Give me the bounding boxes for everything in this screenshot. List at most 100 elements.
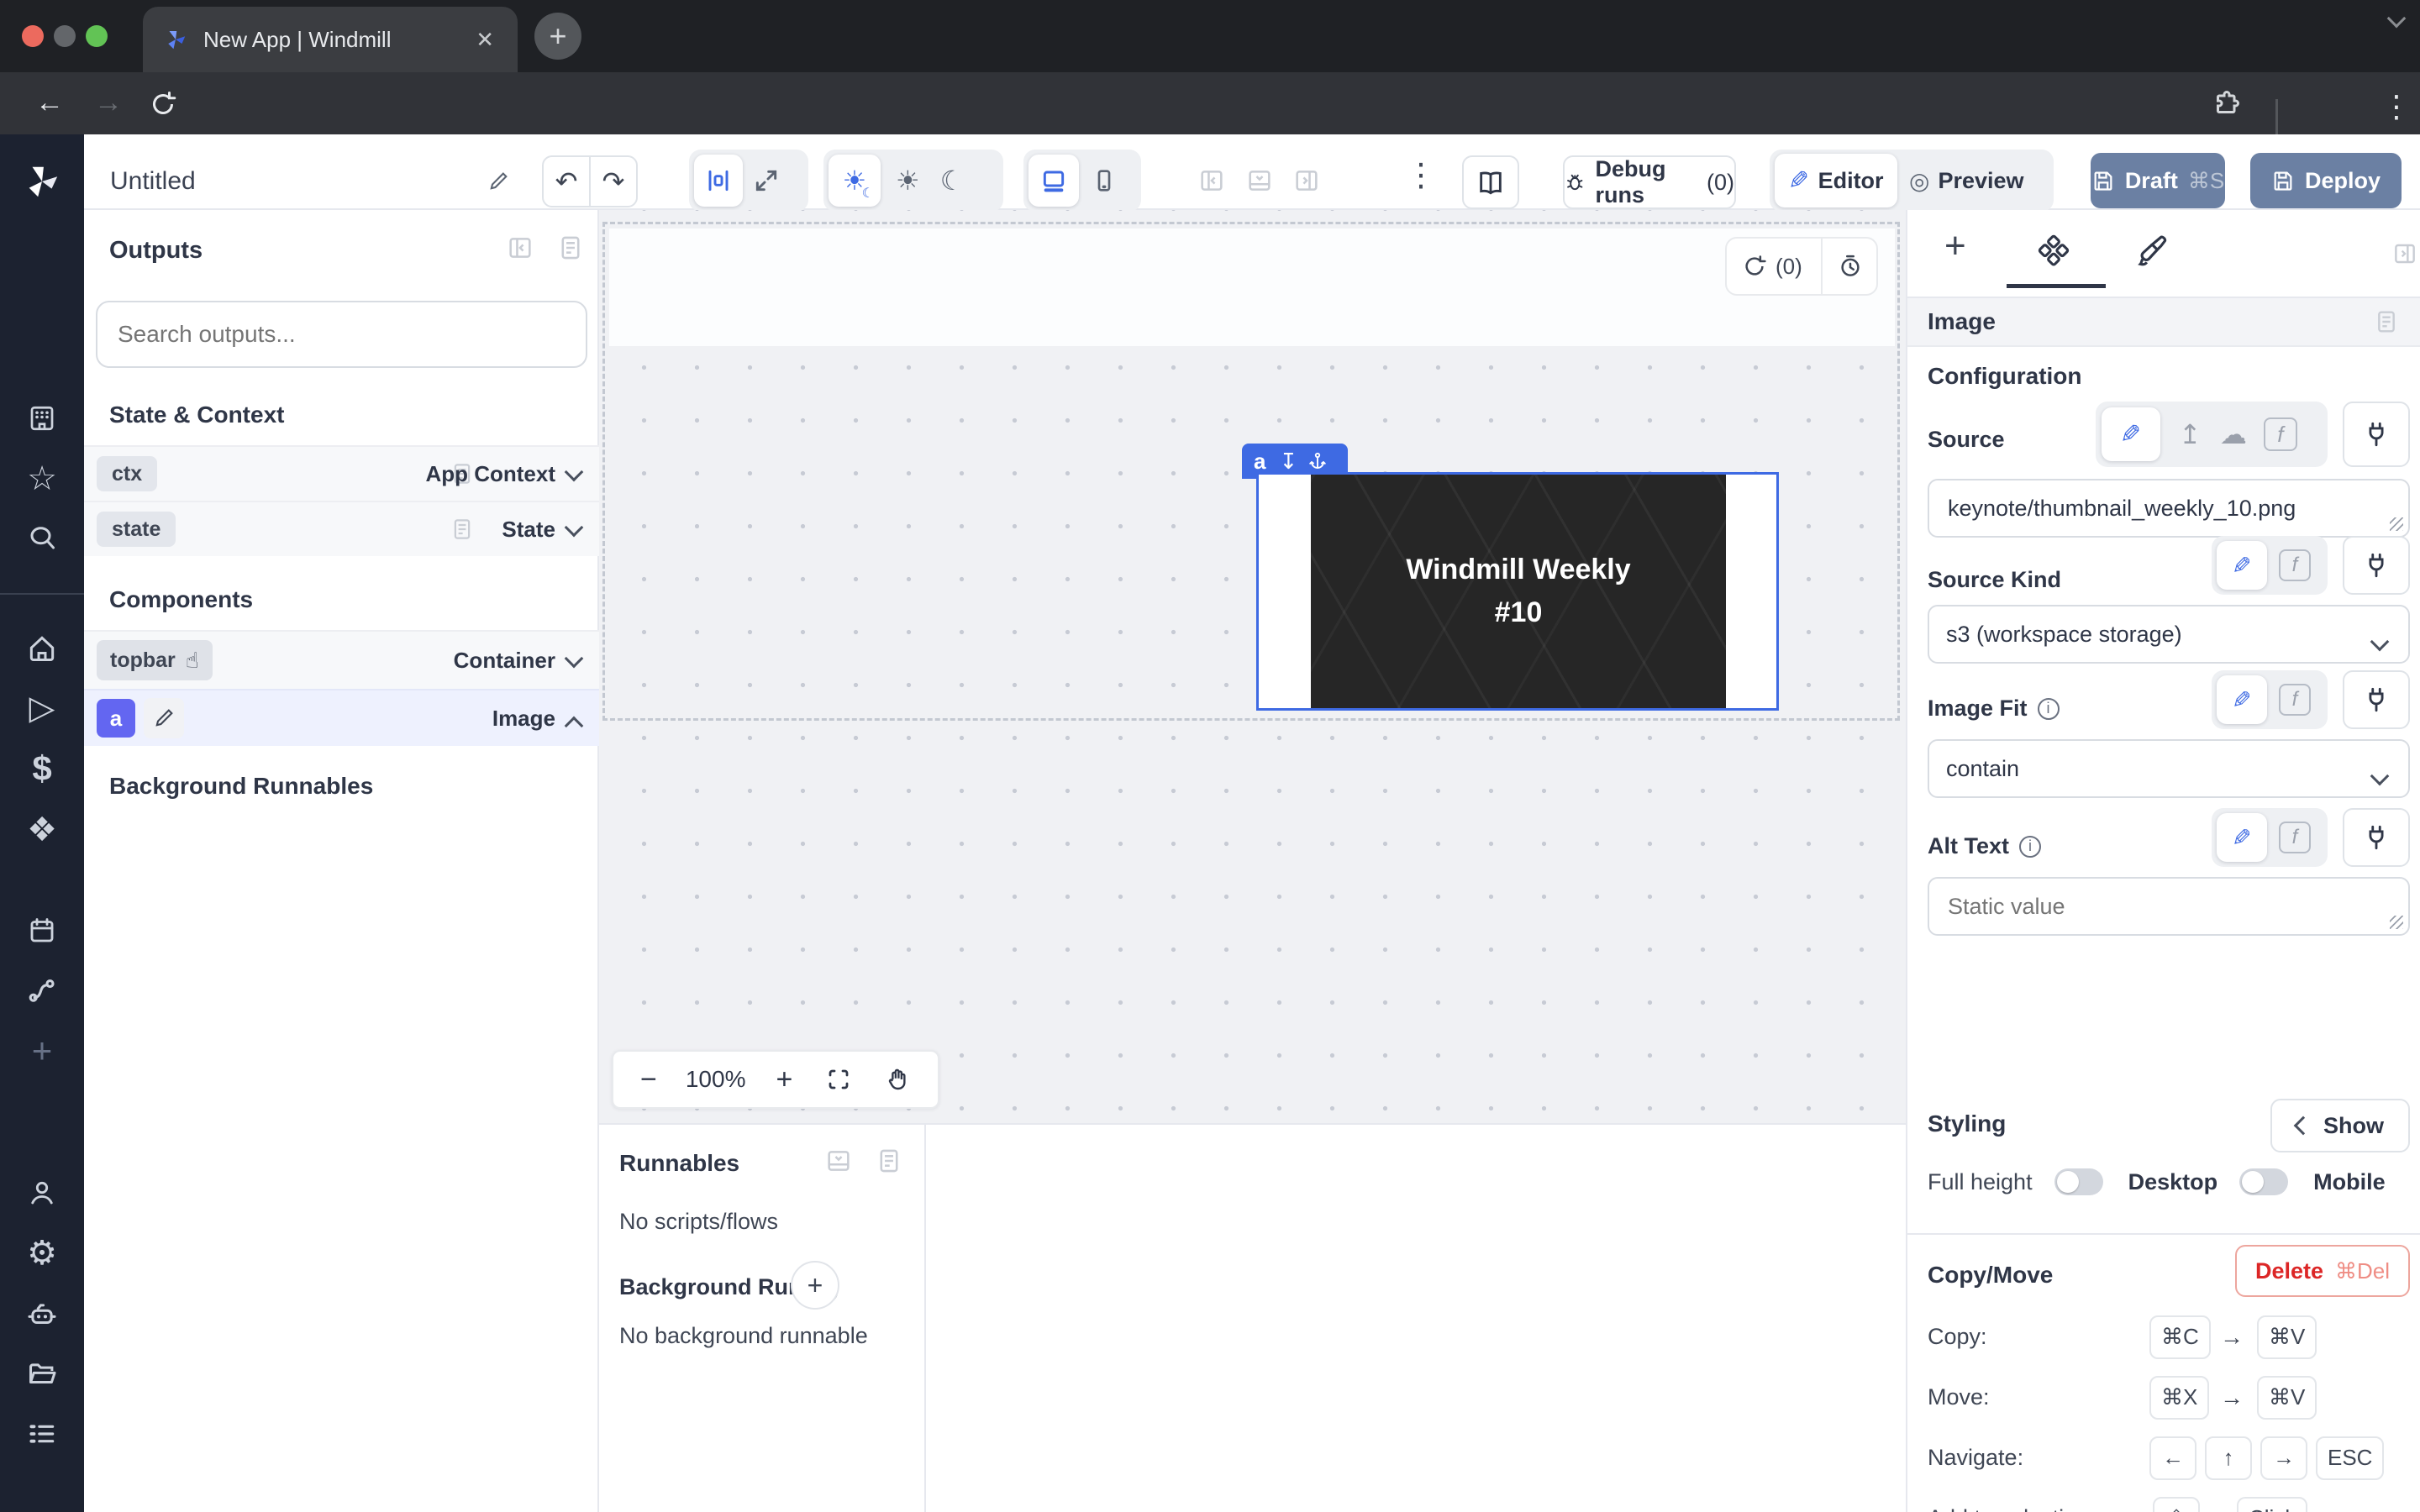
zoom-in-button[interactable]: + [776,1063,792,1096]
pricing-icon[interactable]: $ [0,745,84,792]
source-upload-icon[interactable]: ↥ [2179,418,2202,450]
alt-text-fn-icon[interactable]: f [2279,822,2311,853]
resources-icon[interactable]: ❖ [0,806,84,853]
folders-icon[interactable] [0,1351,84,1398]
source-connect-plug-icon[interactable] [2343,402,2410,467]
deploy-button[interactable]: Deploy [2250,153,2402,208]
state-doc-icon[interactable] [450,517,475,542]
anchor-icon[interactable] [1307,451,1328,471]
image-fit-fn-icon[interactable]: f [2279,684,2311,716]
undo-button[interactable]: ↶ [542,155,591,207]
output-row-ctx[interactable]: ctx App Context [84,445,599,501]
workers-icon[interactable] [0,1291,84,1338]
resize-handle[interactable] [2390,517,2403,531]
flows-icon[interactable] [0,967,84,1014]
image-fit-plug-icon[interactable] [2343,670,2410,729]
desktop-view-icon[interactable] [1028,155,1079,207]
theme-auto-icon[interactable]: ☀ ☾ [829,155,881,207]
alt-text-plug-icon[interactable] [2343,808,2410,867]
component-row-a-selected[interactable]: a Image [84,689,599,746]
source-kind-select[interactable]: s3 (workspace storage) [1928,605,2410,664]
styling-show-button[interactable]: Show [2270,1099,2410,1152]
favorites-icon[interactable]: ☆ [0,455,84,502]
expand-canvas-icon[interactable] [753,167,780,194]
close-window-button[interactable] [22,25,44,47]
runs-icon[interactable]: ▷ [0,685,84,732]
redo-button[interactable]: ↷ [589,155,638,207]
app-canvas[interactable]: (0) a ↧ Windmill Weekly #10 − 100% + [599,210,1906,1123]
search-outputs-input[interactable] [116,320,567,349]
source-fn-icon[interactable]: f [2264,417,2297,451]
state-chevron-icon[interactable] [567,521,581,538]
panel-left-toggle-icon[interactable] [1197,166,1226,195]
component-a-badge[interactable]: a [97,699,135,738]
browser-tab[interactable]: New App | Windmill ✕ [143,7,518,72]
pan-hand-icon[interactable] [885,1067,910,1092]
component-row-topbar[interactable]: topbar ☝ Container [84,630,599,689]
browser-menu-icon[interactable]: ⋮ [2381,89,2412,124]
extensions-icon[interactable] [2212,88,2242,118]
zoom-out-button[interactable]: − [640,1063,657,1096]
styling-tab-icon[interactable] [2136,234,2171,269]
state-badge[interactable]: state [97,512,176,547]
image-component[interactable]: Windmill Weekly #10 [1256,472,1779,711]
preview-tab[interactable]: ◎ Preview [1909,167,2024,195]
component-a-chevron-icon[interactable] [567,719,581,737]
insert-component-tab[interactable]: + [1944,225,1966,267]
minimize-window-button[interactable] [54,25,76,47]
collapse-runnables-icon[interactable] [824,1147,853,1175]
app-title-field[interactable]: Untitled [97,155,534,207]
component-doc-icon[interactable] [2373,308,2400,335]
full-height-toggle[interactable] [2054,1168,2103,1195]
alt-text-pencil-icon[interactable]: ✎ [2217,813,2267,862]
align-center-icon[interactable] [694,155,743,207]
topbar-chevron-icon[interactable] [567,652,581,669]
logs-icon[interactable] [0,1410,84,1457]
theme-light-icon[interactable]: ☀ [896,165,920,197]
outputs-doc-icon[interactable] [556,234,585,262]
source-kind-fn-icon[interactable]: f [2279,549,2311,581]
search-outputs-field[interactable] [96,301,587,368]
history-icon[interactable] [1838,254,1863,279]
user-icon[interactable] [0,1169,84,1216]
alt-text-field[interactable] [1928,877,2410,936]
draft-button[interactable]: Draft ⌘S [2091,153,2225,208]
component-settings-tab-icon[interactable] [2035,234,2072,270]
source-static-pencil-icon[interactable]: ✎ [2102,407,2160,461]
topbar-badge[interactable]: topbar ☝ [97,640,213,680]
topbar-container-component[interactable] [609,228,1895,346]
docs-button[interactable] [1462,155,1519,209]
image-fit-select[interactable]: contain [1928,739,2410,798]
rename-pencil-icon[interactable] [487,170,510,193]
back-icon[interactable]: ← [35,87,64,119]
settings-icon[interactable]: ⚙ [0,1230,84,1277]
windmill-logo-icon[interactable] [0,158,84,205]
add-icon[interactable]: + [0,1027,84,1074]
forward-icon[interactable]: → [94,87,123,119]
ctx-badge[interactable]: ctx [97,456,157,491]
image-fit-pencil-icon[interactable]: ✎ [2217,675,2267,724]
edit-id-pencil-icon[interactable] [144,698,184,738]
reload-icon[interactable] [148,89,178,119]
search-icon[interactable] [0,514,84,561]
tab-search-chevron-icon[interactable] [2390,12,2403,29]
alt-resize-handle[interactable] [2390,916,2403,929]
schedules-icon[interactable] [0,907,84,954]
zoom-window-button[interactable] [86,25,108,47]
collapse-outputs-icon[interactable] [506,234,534,262]
desktop-mobile-toggle[interactable] [2239,1168,2288,1195]
ctx-chevron-icon[interactable] [567,465,581,483]
expand-down-icon[interactable]: ↧ [1279,449,1297,475]
fit-view-icon[interactable] [826,1067,851,1092]
add-background-runnable-button[interactable]: + [791,1261,839,1310]
source-input[interactable] [1946,495,2391,522]
source-field[interactable] [1928,479,2410,538]
delete-button[interactable]: Delete ⌘Del [2235,1245,2410,1297]
theme-dark-icon[interactable]: ☾ [940,165,965,197]
panel-bottom-toggle-icon[interactable] [1245,166,1274,195]
panel-right-toggle-icon[interactable] [1292,166,1321,195]
source-kind-pencil-icon[interactable]: ✎ [2217,541,2267,590]
home-icon[interactable] [0,625,84,672]
mobile-view-icon[interactable] [1091,167,1118,194]
alt-text-input[interactable] [1946,893,2391,921]
